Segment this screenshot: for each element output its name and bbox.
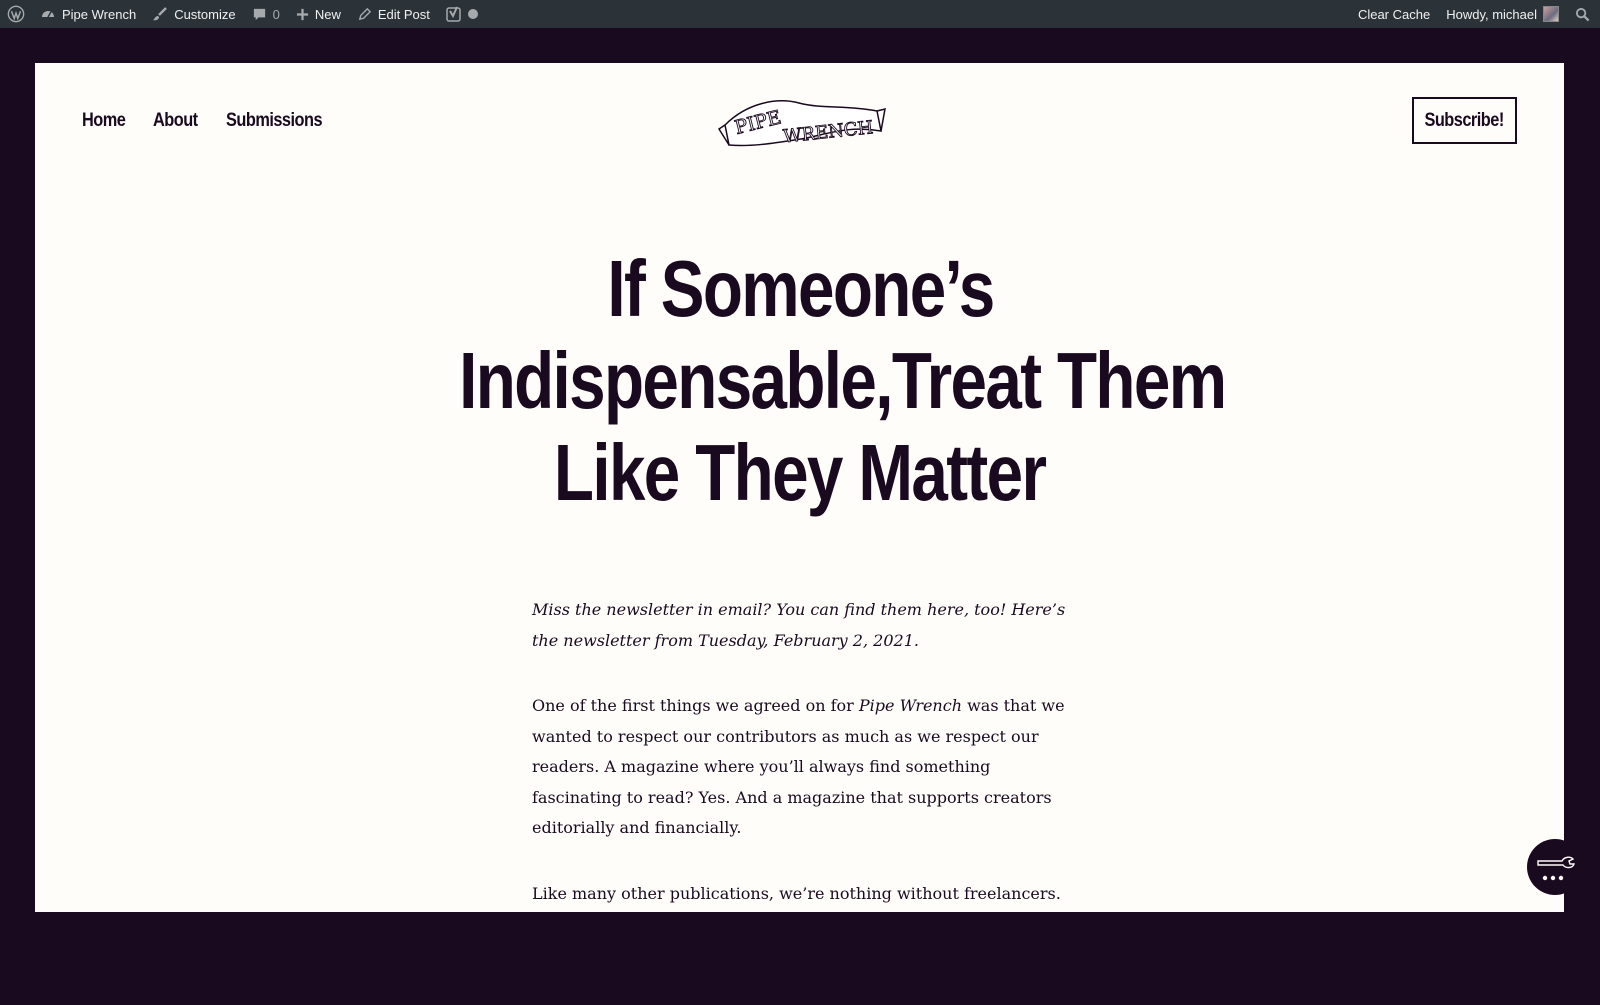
paragraph-1: One of the first things we agreed on for… (532, 691, 1072, 844)
clear-cache-button[interactable]: Clear Cache (1350, 0, 1438, 28)
paragraph-2: Like many other publications, we’re noth… (532, 883, 1061, 964)
comments-link[interactable]: 0 (244, 0, 288, 28)
search-icon (1575, 7, 1590, 22)
wp-admin-bar: Pipe Wrench Customize 0 New Edit Post Cl… (0, 0, 1600, 28)
paintbrush-icon (152, 6, 168, 22)
pencil-icon (357, 7, 372, 22)
seo-status-dot (467, 9, 478, 19)
floating-menu-button[interactable] (1527, 839, 1583, 895)
paragraph-1-end: was that we wanted to respect our contri… (532, 696, 1065, 837)
avatar (1543, 6, 1559, 22)
admin-bar-right: Clear Cache Howdy, michael (1350, 0, 1600, 28)
comments-count: 0 (272, 6, 280, 22)
page-container: Home About Submissions PIPE WRENCH Subsc… (35, 63, 1564, 964)
post-title-line-2: Indispensable,Treat Them (459, 336, 1227, 425)
site-name-label: Pipe Wrench (62, 6, 137, 22)
nav-submissions[interactable]: Submissions (226, 110, 323, 132)
new-label: New (314, 6, 341, 22)
dashboard-icon (40, 6, 56, 22)
edit-post-label: Edit Post (377, 6, 430, 22)
comment-bubble-icon (252, 7, 267, 22)
account-menu[interactable]: Howdy, michael (1438, 0, 1567, 28)
yoast-logo-icon (446, 6, 462, 22)
site-logo[interactable]: PIPE WRENCH (717, 95, 887, 157)
howdy-label: Howdy, michael (1446, 6, 1537, 22)
nav-about[interactable]: About (153, 110, 198, 132)
post-title-line-3: Like They Matter (554, 428, 1047, 517)
paragraph-1-start: One of the first things we agreed on for (532, 696, 859, 715)
post-content: Miss the newsletter in email? You can fi… (532, 595, 1072, 1005)
admin-search[interactable] (1567, 0, 1600, 28)
post-title-line-1: If Someone’s (606, 244, 995, 333)
customize-link[interactable]: Customize (144, 0, 243, 28)
wrench-dots-icon (1537, 856, 1575, 881)
plus-icon (296, 8, 309, 21)
wordpress-logo-icon[interactable] (0, 0, 32, 28)
customize-label: Customize (174, 6, 236, 22)
newsletter-intro: Miss the newsletter in email? You can fi… (532, 600, 1066, 650)
new-content-menu[interactable]: New (288, 0, 349, 28)
nav-home[interactable]: Home (82, 110, 126, 132)
site-name-menu[interactable]: Pipe Wrench (32, 0, 144, 28)
publication-name: Pipe Wrench (858, 696, 962, 715)
post-title: If Someone’s Indispensable,Treat Them Li… (375, 243, 1227, 519)
yoast-seo-menu[interactable] (438, 0, 486, 28)
admin-bar-left: Pipe Wrench Customize 0 New Edit Post (0, 0, 486, 28)
subscribe-button[interactable]: Subscribe! (1412, 97, 1517, 144)
clear-cache-label: Clear Cache (1357, 6, 1431, 22)
primary-nav: Home About Submissions (82, 110, 338, 132)
subscribe-label: Subscribe! (1424, 109, 1505, 131)
edit-post-link[interactable]: Edit Post (349, 0, 438, 28)
